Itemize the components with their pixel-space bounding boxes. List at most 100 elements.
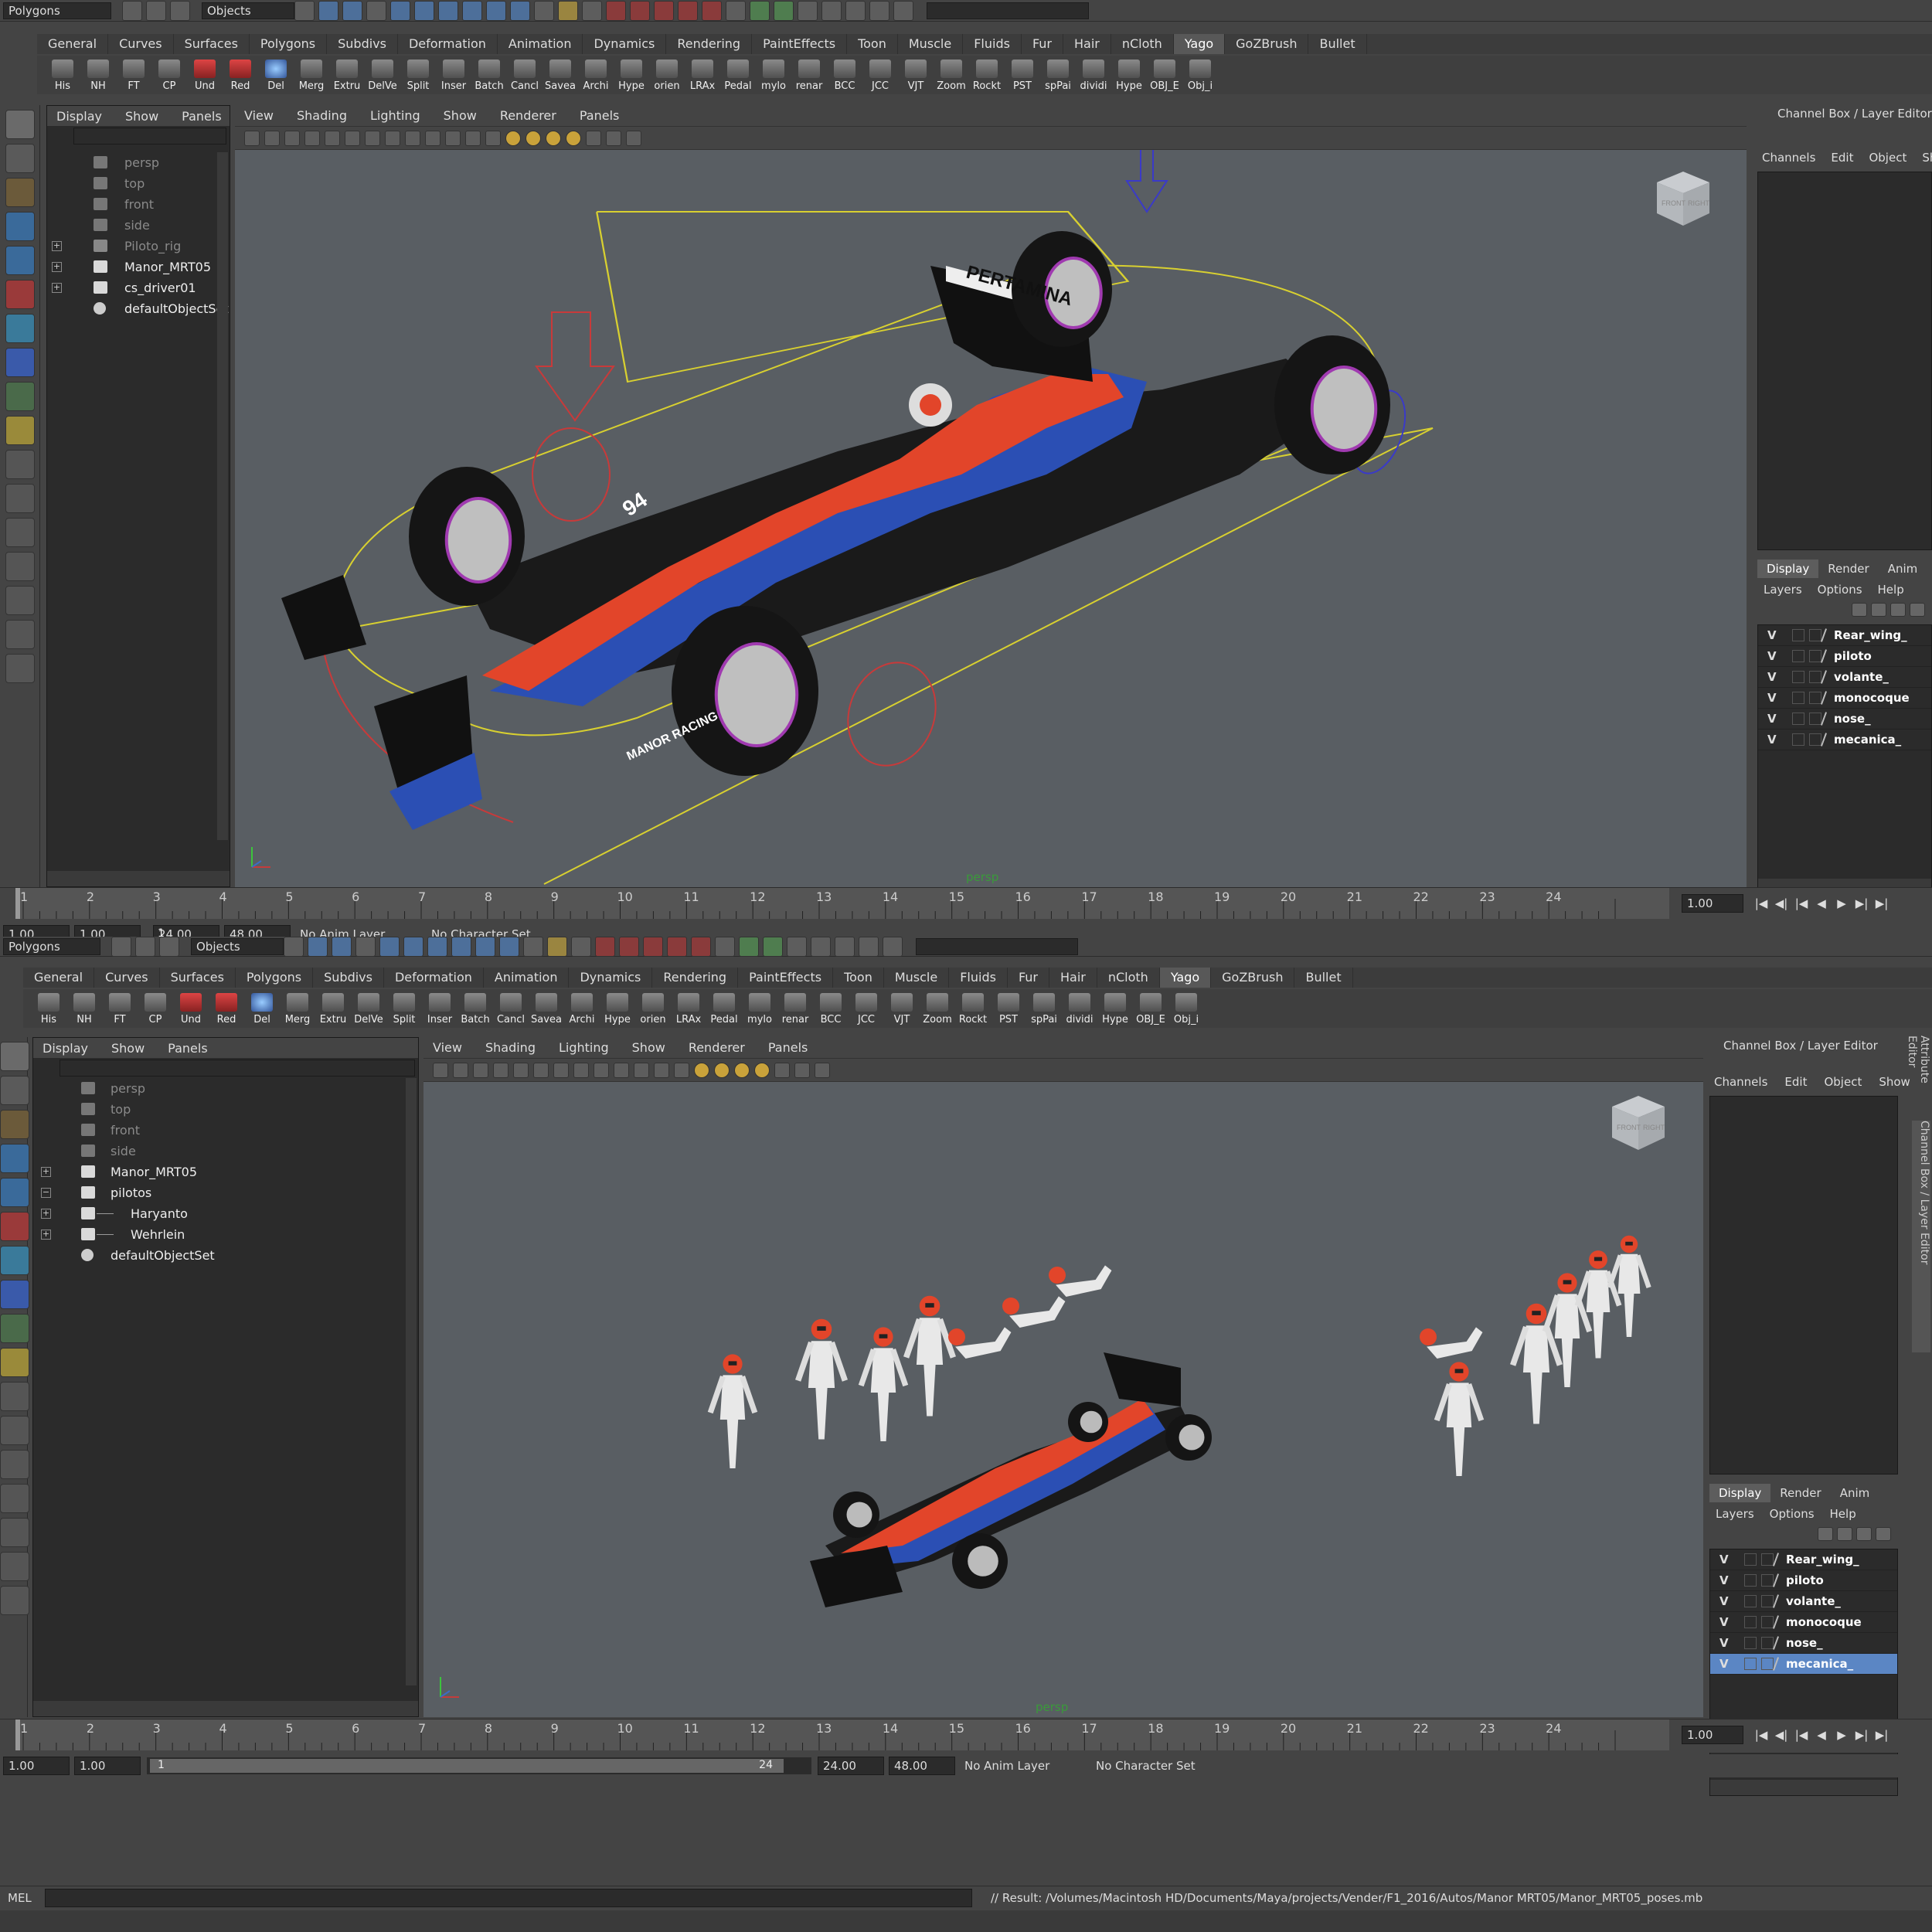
expand-toggle-icon[interactable]: + <box>52 262 62 272</box>
viewport-menu-panels[interactable]: Panels <box>580 108 620 123</box>
shelf-button-jcc[interactable]: JCC <box>849 992 884 1026</box>
step-back-icon[interactable]: ◀| <box>1771 894 1791 913</box>
quick-input-field[interactable] <box>916 937 1078 955</box>
layer-visibility-toggle[interactable]: V <box>1719 1633 1729 1654</box>
shelf-button-mylo[interactable]: mylo <box>742 992 777 1026</box>
layer-menu-options[interactable]: Options <box>1818 583 1862 597</box>
hypershade-icon[interactable] <box>859 937 879 957</box>
layer-playback-toggle[interactable] <box>1792 733 1804 746</box>
output-ops-icon[interactable] <box>763 937 783 957</box>
viewport-menu-view[interactable]: View <box>244 108 274 123</box>
persp-outliner-layout-icon[interactable] <box>5 518 35 547</box>
outliner-scrollbar[interactable] <box>406 1078 417 1685</box>
paint-select-icon[interactable] <box>0 1110 29 1139</box>
lights-icon[interactable] <box>734 1062 750 1078</box>
channel-menu-channels[interactable]: Channels <box>1714 1075 1767 1089</box>
rotate-tool-icon[interactable] <box>5 246 35 275</box>
step-back-icon[interactable]: ◀| <box>1771 1726 1791 1744</box>
viewport-menu-renderer[interactable]: Renderer <box>689 1040 745 1055</box>
play-forward-icon[interactable]: ▶ <box>1832 1726 1852 1744</box>
outliner-hscrollbar[interactable] <box>33 1701 418 1716</box>
shelf-tab-ncloth[interactable]: nCloth <box>1111 34 1174 54</box>
shelf-button-split[interactable]: Split <box>386 992 422 1026</box>
layer-color-swatch[interactable] <box>1761 1574 1774 1587</box>
snap-curve-icon[interactable] <box>630 0 650 21</box>
shelf-tab-deformation[interactable]: Deformation <box>384 968 484 988</box>
expand-toggle-icon[interactable]: + <box>41 1230 51 1240</box>
viewport-menu-lighting[interactable]: Lighting <box>559 1040 609 1055</box>
safe-title-icon[interactable] <box>445 130 461 146</box>
select-tool-icon[interactable] <box>5 110 35 139</box>
render-frame-icon[interactable] <box>787 937 807 957</box>
select-joint-icon[interactable] <box>390 0 410 21</box>
snap-grid-icon[interactable] <box>606 0 626 21</box>
shelf-tab-hair[interactable]: Hair <box>1049 968 1097 988</box>
ipr-render-icon[interactable] <box>821 0 842 21</box>
shelf-tab-surfaces[interactable]: Surfaces <box>160 968 236 988</box>
textured-icon[interactable] <box>526 130 541 146</box>
layer-menu-layers[interactable]: Layers <box>1716 1507 1754 1521</box>
shelf-tab-painteffects[interactable]: PaintEffects <box>738 968 834 988</box>
select-deform-icon[interactable] <box>451 937 471 957</box>
layer-tab-anim[interactable]: Anim <box>1879 560 1927 578</box>
shelf-button-dividi[interactable]: dividi <box>1062 992 1097 1026</box>
safe-action-icon[interactable] <box>614 1062 629 1078</box>
layer-visibility-toggle[interactable]: V <box>1719 1612 1729 1633</box>
bookmark-icon[interactable] <box>284 130 300 146</box>
ipr-render-icon[interactable] <box>811 937 831 957</box>
shelf-button-ft[interactable]: FT <box>116 58 151 92</box>
layer-visibility-toggle[interactable]: V <box>1767 709 1777 730</box>
layer-menu-help[interactable]: Help <box>1878 583 1904 597</box>
outliner-item-cs_driver01[interactable]: + cs_driver01 <box>47 277 216 298</box>
shelf-tab-muscle[interactable]: Muscle <box>884 968 950 988</box>
next-key-icon[interactable]: ▶| <box>1852 1726 1872 1744</box>
shelf-button-savea[interactable]: Savea <box>529 992 564 1026</box>
select-curve-icon[interactable] <box>403 937 423 957</box>
new-scene-icon[interactable] <box>122 0 142 21</box>
shelf-button-cp[interactable]: CP <box>151 58 187 92</box>
textured-icon[interactable] <box>714 1062 730 1078</box>
last-tool-icon[interactable] <box>0 1348 29 1377</box>
outliner-item-manor_mrt05[interactable]: + Manor_MRT05 <box>33 1162 404 1182</box>
snap-live-icon[interactable] <box>691 937 711 957</box>
render-frame-icon[interactable] <box>798 0 818 21</box>
go-end-icon[interactable]: ▶| <box>1872 894 1892 913</box>
outliner-menu-show[interactable]: Show <box>125 109 158 124</box>
expand-toggle-icon[interactable]: + <box>52 241 62 251</box>
layer-rear_wing[interactable]: V Rear_wing_ <box>1710 1549 1897 1570</box>
shelf-button-batch[interactable]: Batch <box>457 992 493 1026</box>
play-back-icon[interactable]: ◀ <box>1811 894 1832 913</box>
shelf-button-pedal[interactable]: Pedal <box>720 58 756 92</box>
manipulator-icon[interactable] <box>0 1246 29 1275</box>
channel-menu-channels[interactable]: Channels <box>1762 151 1815 165</box>
move-tool-icon[interactable] <box>5 212 35 241</box>
new-layer-icon[interactable] <box>1818 1527 1833 1541</box>
shadows-icon[interactable] <box>566 130 581 146</box>
layer-color-swatch[interactable] <box>1761 1595 1774 1607</box>
smooth-shade-icon[interactable] <box>485 130 501 146</box>
snap-point-icon[interactable] <box>643 937 663 957</box>
channel-menu-object[interactable]: Object <box>1869 151 1906 165</box>
play-forward-icon[interactable]: ▶ <box>1832 894 1852 913</box>
select-joint-icon[interactable] <box>379 937 400 957</box>
save-scene-icon[interactable] <box>159 937 179 957</box>
outliner-item-side[interactable]: side <box>33 1141 404 1162</box>
select-surface-icon[interactable] <box>427 937 447 957</box>
shelf-tab-hair[interactable]: Hair <box>1063 34 1111 54</box>
shelf-tab-surfaces[interactable]: Surfaces <box>174 34 250 54</box>
layer-hscrollbar[interactable] <box>1710 1780 1897 1795</box>
scale-tool-icon[interactable] <box>0 1212 29 1241</box>
shelf-button-red[interactable]: Red <box>209 992 244 1026</box>
snap-plane-icon[interactable] <box>678 0 698 21</box>
go-end-icon[interactable]: ▶| <box>1872 1726 1892 1744</box>
layer-mecanica[interactable]: Vmecanica_ <box>1758 730 1931 750</box>
resolution-gate-icon[interactable] <box>365 130 380 146</box>
shelf-button-red[interactable]: Red <box>223 58 258 92</box>
shade-wire-icon[interactable] <box>505 130 521 146</box>
persp-graph-layout-icon[interactable] <box>0 1484 29 1513</box>
shelf-tab-yago[interactable]: Yago <box>1173 34 1226 54</box>
shelf-button-rockt[interactable]: Rockt <box>969 58 1005 92</box>
camera-attr-icon[interactable] <box>453 1062 468 1078</box>
new-scene-icon[interactable] <box>111 937 131 957</box>
shelf-button-hype[interactable]: Hype <box>600 992 635 1026</box>
